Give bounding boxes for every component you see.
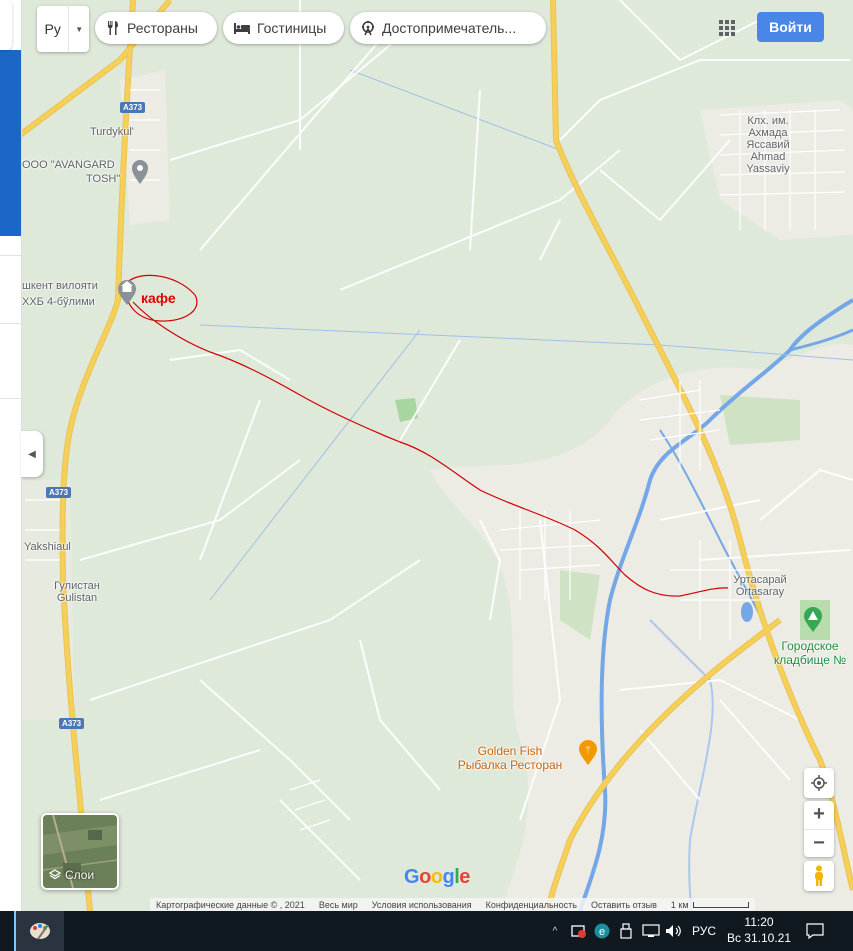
turdykul-label: Turdykul' bbox=[90, 126, 134, 138]
terms-link[interactable]: Условия использования bbox=[372, 900, 472, 910]
chip-label: Гостиницы bbox=[257, 20, 327, 36]
taskbar: ^ e РУС 11:20 Вс 31.10.21 bbox=[0, 911, 853, 951]
world-link[interactable]: Весь мир bbox=[319, 900, 358, 910]
fork-knife-icon bbox=[108, 21, 118, 35]
ferris-wheel-icon bbox=[361, 20, 375, 36]
network-icon[interactable] bbox=[640, 911, 662, 951]
feedback-link[interactable]: Оставить отзыв bbox=[591, 900, 657, 910]
chevron-left-icon: ◀ bbox=[28, 448, 36, 460]
chip-attractions[interactable]: Достопримечатель... bbox=[350, 12, 546, 44]
tashkent-poi-label-line2: ХХБ 4-бўлими bbox=[22, 296, 95, 308]
pegman-icon bbox=[815, 865, 823, 886]
urtasaray-label: Уртасарай Ortasaray bbox=[733, 574, 787, 598]
my-location-button[interactable] bbox=[804, 768, 834, 798]
bed-icon bbox=[234, 23, 250, 34]
usb-device-icon[interactable] bbox=[616, 911, 636, 951]
svg-text:e: e bbox=[599, 926, 605, 938]
layers-label: Слои bbox=[65, 868, 95, 882]
attribution-bar: Картографические данные © , 2021 Весь ми… bbox=[150, 898, 755, 911]
chevron-up-icon[interactable]: ^ bbox=[548, 911, 562, 951]
language-selector[interactable]: Ру ▼ bbox=[37, 6, 89, 52]
crosshair-icon bbox=[811, 775, 827, 791]
chip-restaurants[interactable]: Рестораны bbox=[95, 12, 217, 44]
kholkhoz-label: Клх. им. Ахмада Яссавий Ahmad Yassaviy bbox=[746, 115, 790, 175]
taskbar-app-button[interactable] bbox=[14, 911, 64, 951]
cemetery-label: Городское кладбище № bbox=[773, 639, 847, 667]
zoom-controls: + − bbox=[804, 801, 834, 857]
scale-bar[interactable]: 1 км bbox=[671, 900, 749, 910]
avangard-label-line2: TOSH" bbox=[86, 173, 121, 185]
signin-button[interactable]: Войти bbox=[757, 12, 824, 42]
road-shield-a373: A373 bbox=[46, 487, 72, 498]
golden-fish-label: Golden Fish Рыбалка Ресторан bbox=[457, 744, 563, 772]
system-clock[interactable]: 11:20 Вс 31.10.21 bbox=[724, 914, 794, 946]
yakshiaul-label: Yakshiaul bbox=[24, 541, 71, 553]
gulistan-label: Гулистан Gulistan bbox=[54, 580, 100, 604]
chip-label: Достопримечатель... bbox=[382, 20, 517, 36]
map-canvas[interactable]: ᛘ Turdykul' ООО "AVANGARD TOSH" шкент ви… bbox=[0, 0, 853, 911]
google-logo: Google bbox=[404, 866, 470, 888]
security-icon[interactable] bbox=[568, 911, 588, 951]
clock-date: Вс 31.10.21 bbox=[726, 931, 792, 945]
layers-button[interactable]: Слои bbox=[41, 813, 119, 890]
collapse-panel-button[interactable]: ◀ bbox=[21, 431, 43, 477]
eset-icon[interactable]: e bbox=[592, 911, 612, 951]
side-panel-image bbox=[0, 50, 21, 236]
map-data-credit[interactable]: Картографические данные © , 2021 bbox=[156, 900, 305, 910]
language-indicator[interactable]: РУС bbox=[688, 911, 720, 951]
avangard-label-line1: ООО "AVANGARD bbox=[22, 159, 115, 171]
scale-line bbox=[692, 901, 749, 908]
road-shield-a373: A373 bbox=[59, 718, 85, 729]
apps-grid-icon[interactable] bbox=[715, 16, 739, 40]
paint-app-icon bbox=[30, 923, 50, 940]
chip-hotels[interactable]: Гостиницы bbox=[223, 12, 344, 44]
clock-time: 11:20 bbox=[744, 915, 774, 929]
notifications-icon[interactable] bbox=[800, 911, 830, 951]
chip-label: Рестораны bbox=[127, 20, 198, 36]
zoom-in-button[interactable]: + bbox=[804, 801, 834, 830]
layers-icon bbox=[49, 869, 61, 880]
cafe-annotation: кафе bbox=[141, 290, 176, 306]
divider bbox=[0, 255, 21, 256]
tashkent-poi-label-line1: шкент вилояти bbox=[22, 280, 98, 292]
zoom-out-button[interactable]: − bbox=[804, 830, 834, 858]
search-box-edge[interactable] bbox=[0, 0, 12, 50]
language-code: Ру bbox=[44, 21, 61, 37]
chevron-down-icon[interactable]: ▼ bbox=[68, 6, 89, 52]
side-panel bbox=[0, 0, 22, 911]
divider bbox=[0, 398, 21, 399]
pegman-button[interactable] bbox=[804, 861, 834, 891]
svg-text:ᛘ: ᛘ bbox=[585, 745, 590, 755]
scale-label: 1 км bbox=[670, 899, 689, 910]
divider bbox=[0, 323, 21, 324]
privacy-link[interactable]: Конфиденциальность bbox=[486, 900, 577, 910]
road-shield-a373: A373 bbox=[120, 102, 146, 113]
volume-icon[interactable] bbox=[664, 911, 684, 951]
